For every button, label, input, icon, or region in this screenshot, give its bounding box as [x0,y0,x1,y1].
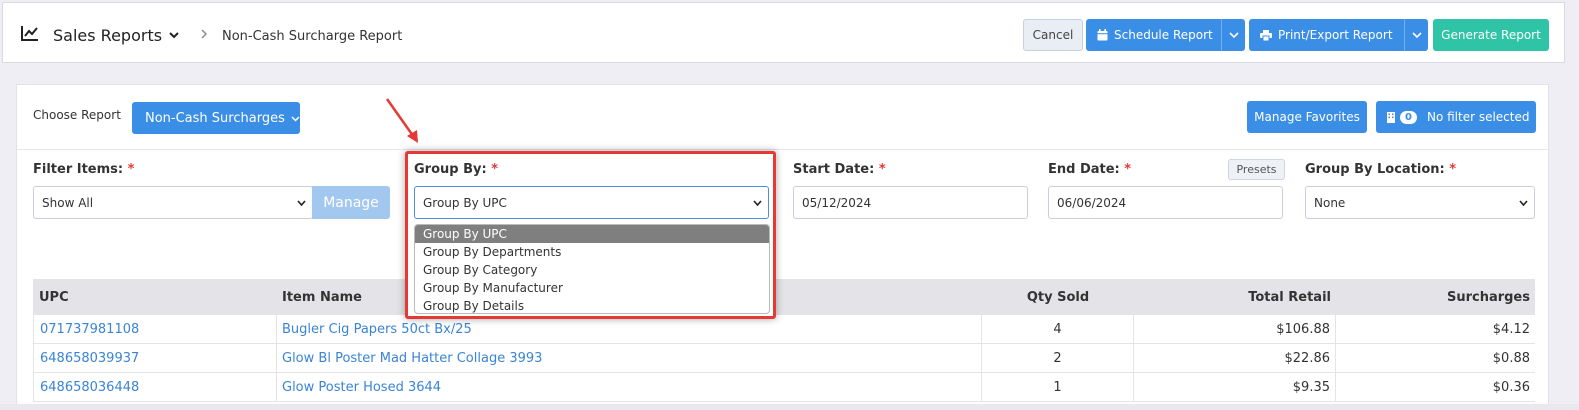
chevron-down-icon [297,200,306,207]
group-by-option-details[interactable]: Group By Details [415,297,769,313]
filter-items-label: Filter Items: * [33,162,134,177]
end-date-label-text: End Date: [1048,162,1120,177]
col-surcharges[interactable]: Surcharges [1336,279,1535,315]
table-row: 648658036448 Glow Poster Hosed 3644 1 $9… [33,373,1535,402]
item-name-link[interactable]: Glow Bl Poster Mad Hatter Collage 3993 [277,344,982,372]
report-card: Choose Report Non-Cash Surcharges Manage… [16,84,1549,410]
manage-favorites-button[interactable]: Manage Favorites [1247,101,1367,133]
qty-sold-cell: 2 [982,344,1134,372]
required-mark: * [1124,162,1132,177]
location-label-text: Group By Location: [1305,162,1445,177]
group-by-location-label: Group By Location: * [1305,162,1456,177]
printer-icon [1260,29,1272,41]
choose-report-label: Choose Report [33,108,121,122]
filter-status-button[interactable]: 0 No filter selected [1376,101,1536,133]
end-date-label: End Date: * [1048,162,1131,177]
top-bar: Sales Reports Non-Cash Surcharge Report … [2,2,1565,63]
chevron-right-icon [201,29,207,39]
location-value: None [1314,195,1346,210]
upc-link[interactable]: 648658039937 [33,344,277,372]
print-export-button[interactable]: Print/Export Report [1249,19,1428,51]
surcharges-cell: $4.12 [1492,321,1530,337]
divider [17,149,1548,150]
required-mark: * [1449,162,1457,177]
table-header: UPC Item Name Qty Sold Total Retail Surc… [33,279,1535,315]
print-export-label: Print/Export Report [1278,28,1393,42]
manage-button[interactable]: Manage [312,186,390,219]
filter-items-select[interactable]: Show All [33,186,313,219]
required-mark: * [878,162,886,177]
end-date-value: 06/06/2024 [1057,195,1127,210]
start-date-label: Start Date: * [793,162,886,177]
start-date-input[interactable]: 05/12/2024 [793,186,1028,219]
col-qty-sold[interactable]: Qty Sold [982,279,1134,315]
filter-status-text: No filter selected [1426,110,1530,124]
required-mark: * [491,162,499,177]
upc-link[interactable]: 648658036448 [33,373,277,401]
total-retail-cell: $9.35 [1134,373,1336,401]
filter-items-value: Show All [42,195,94,210]
breadcrumb: Non-Cash Surcharge Report [222,29,403,44]
calendar-icon [1097,29,1108,41]
surcharges-cell: $0.88 [1492,350,1530,366]
cancel-button[interactable]: Cancel [1023,19,1083,51]
chevron-down-icon [753,200,762,207]
print-export-dropdown-toggle[interactable] [1404,19,1428,51]
group-by-option-upc[interactable]: Group By UPC [415,225,769,243]
group-by-option-departments[interactable]: Group By Departments [415,243,769,261]
group-by-options-list: Group By UPC Group By Departments Group … [414,224,770,314]
schedule-report-label: Schedule Report [1114,28,1213,42]
group-by-location-select[interactable]: None [1305,186,1535,219]
chevron-down-icon [1411,32,1422,39]
building-icon [1387,111,1395,123]
presets-button[interactable]: Presets [1228,159,1285,180]
table-row: 071737981108 Bugler Cig Papers 50ct Bx/2… [33,315,1535,344]
surcharges-cell: $0.36 [1492,379,1530,395]
report-table: UPC Item Name Qty Sold Total Retail Surc… [33,279,1535,402]
app-title[interactable]: Sales Reports [53,26,162,45]
total-retail-cell: $22.86 [1134,344,1336,372]
filter-items-label-text: Filter Items: [33,162,124,177]
annotation-arrow [385,98,418,143]
item-name-link[interactable]: Glow Poster Hosed 3644 [277,373,982,401]
group-by-select[interactable]: Group By UPC [414,186,769,219]
schedule-report-button[interactable]: Schedule Report [1086,19,1245,51]
group-by-label-text: Group By: [414,162,487,177]
line-chart-icon [21,26,38,41]
group-by-value: Group By UPC [423,195,507,210]
col-upc[interactable]: UPC [33,279,277,315]
group-by-option-manufacturer[interactable]: Group By Manufacturer [415,279,769,297]
report-select-dropdown[interactable]: Non-Cash Surcharges [132,102,300,134]
report-select-value: Non-Cash Surcharges [145,110,285,126]
group-by-option-category[interactable]: Group By Category [415,261,769,279]
bottom-strip [0,404,1579,410]
required-mark: * [127,162,135,177]
qty-sold-cell: 4 [982,315,1134,343]
start-date-label-text: Start Date: [793,162,875,177]
group-by-highlight: Group By: * Group By UPC Group By UPC Gr… [405,151,776,319]
chevron-down-icon [291,115,300,122]
group-by-label: Group By: * [414,162,498,177]
col-total-retail[interactable]: Total Retail [1134,279,1336,315]
chevron-down-icon[interactable] [168,29,180,41]
start-date-value: 05/12/2024 [802,195,872,210]
generate-report-button[interactable]: Generate Report [1433,19,1549,51]
chevron-down-icon [1228,32,1239,39]
total-retail-cell: $106.88 [1134,315,1336,343]
upc-link[interactable]: 071737981108 [33,315,277,343]
table-row: 648658039937 Glow Bl Poster Mad Hatter C… [33,344,1535,373]
qty-sold-cell: 1 [982,373,1134,401]
end-date-input[interactable]: 06/06/2024 [1048,186,1283,219]
schedule-report-dropdown-toggle[interactable] [1221,19,1245,51]
item-name-link[interactable]: Bugler Cig Papers 50ct Bx/25 [277,315,982,343]
chevron-down-icon [1519,200,1528,207]
filter-count-badge: 0 [1400,110,1417,124]
